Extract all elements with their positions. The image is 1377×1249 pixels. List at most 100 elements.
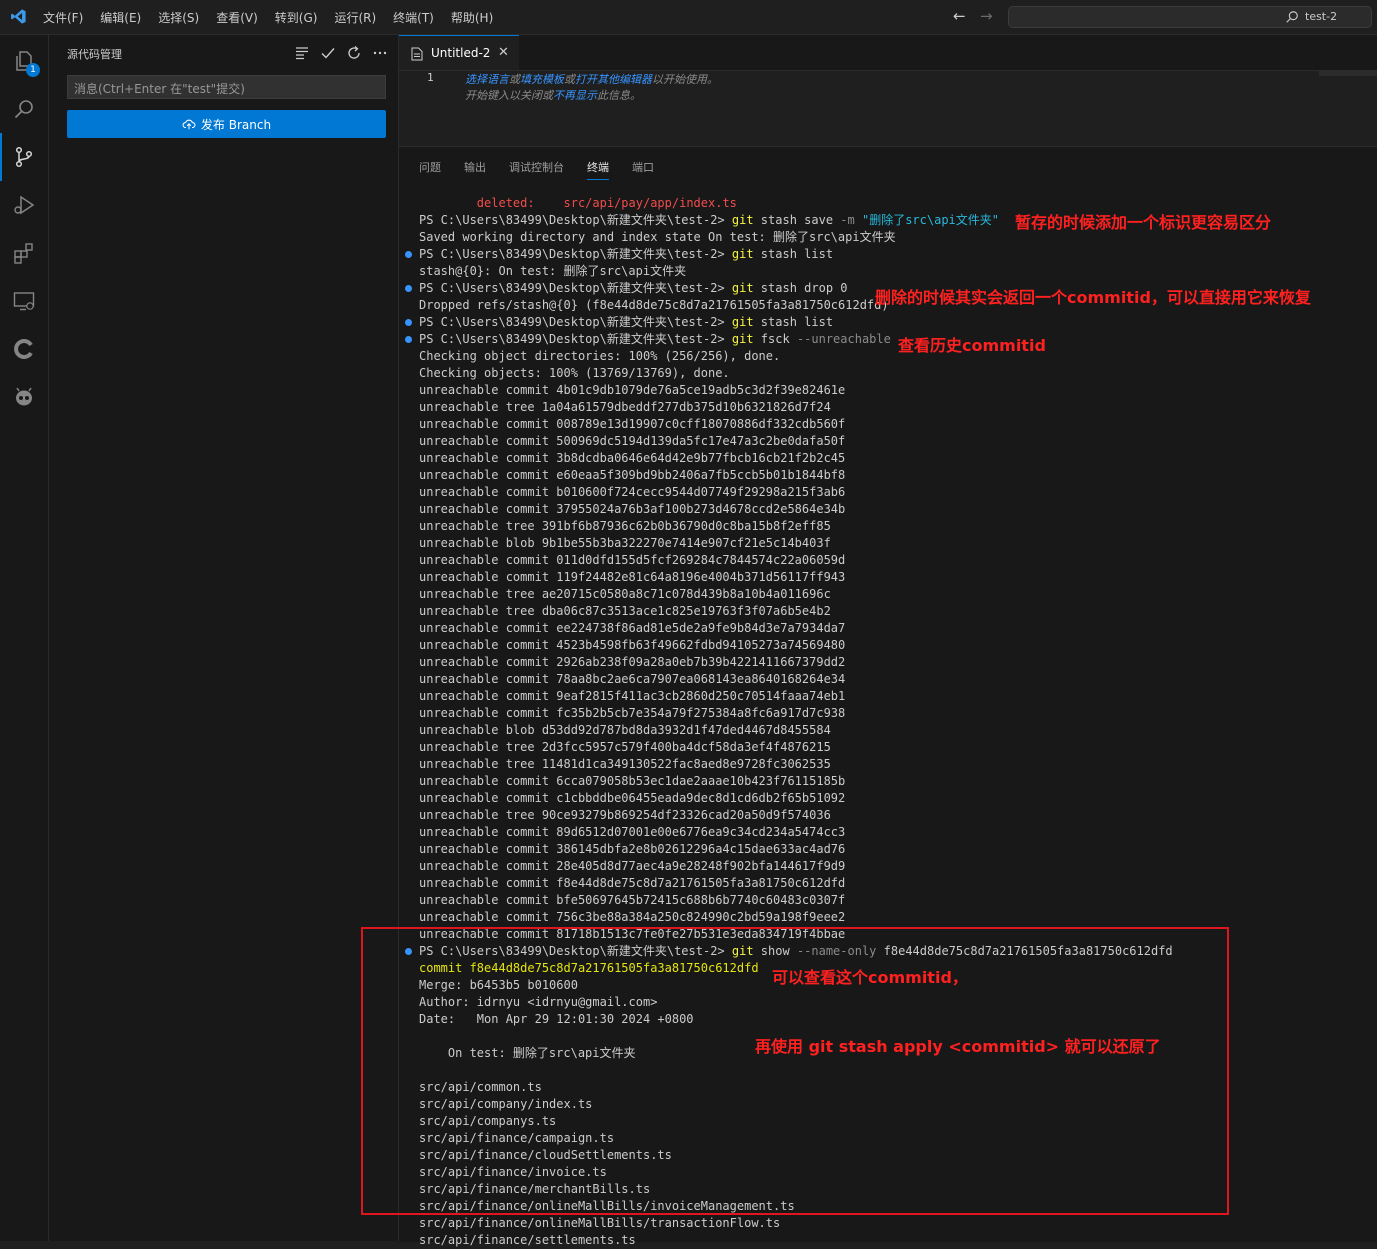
terminal-line: unreachable commit fc35b2b5cb7e354a79f27… [419,706,846,720]
commit-button[interactable] [315,44,341,62]
menu-edit[interactable]: 编辑(E) [100,9,141,26]
terminal-line: Checking object directories: 100% (256/2… [419,349,781,363]
panel-tabs: 问题 输出 调试控制台 终端 端口 [419,159,677,180]
terminal-line: unreachable commit 37955024a76b3af100b27… [419,502,846,516]
editor-hint-line-1: 选择语言或填充模板或打开其他编辑器以开始使用。 [465,71,718,87]
file-icon [411,47,423,61]
menu-bar: 文件(F) 编辑(E) 选择(S) 查看(V) 转到(G) 运行(R) 终端(T… [43,0,510,34]
search-icon [14,100,33,119]
terminal-line: PS C:\Users\83499\Desktop\新建文件夹\test-2> … [405,246,1369,263]
search-text: test-2 [1305,10,1338,23]
command-decoration-dot[interactable] [405,251,412,258]
explorer-badge: 1 [26,63,40,77]
tab-problems[interactable]: 问题 [419,159,441,180]
more-actions-button[interactable] [367,44,393,62]
terminal-line: PS C:\Users\83499\Desktop\新建文件夹\test-2> … [405,314,1369,331]
back-arrow-icon[interactable]: ← [953,9,966,24]
editor-tab-bar: Untitled-2 ✕ [399,35,1377,71]
command-decoration-dot[interactable] [405,285,412,292]
extensions-icon [14,243,33,264]
terminal-line: unreachable commit 756c3be88a384a250c824… [419,910,846,924]
source-control-sidebar: 源代码管理 消息(Ctrl+Enter 在"test"提交) 发布 Branch [49,35,399,1241]
menu-view[interactable]: 查看(V) [216,9,258,26]
command-center-search[interactable]: test-2 [1008,6,1372,28]
alien-icon [16,387,32,406]
copilot-button[interactable] [0,373,48,421]
hint-text: 此信息。 [597,89,641,102]
hint-text: 开始键入以关闭或 [465,89,553,102]
terminal-line: unreachable blob d53dd92d787bd8da3932d1f… [419,723,831,737]
annotation-stash-label: 暂存的时候添加一个标识更容易区分 [1015,213,1272,232]
unreachable-list: unreachable commit 4b01c9db1079de76a5ce1… [419,382,1369,943]
terminal-line: unreachable tree 1a04a61579dbeddf277db37… [419,400,831,414]
refresh-button[interactable] [341,44,367,62]
select-language-link[interactable]: 选择语言 [465,73,509,86]
hint-text: 以开始使用。 [652,73,718,86]
hint-text: 或 [564,73,575,86]
search-view-button[interactable] [0,85,48,133]
terminal-line: stash@{0}: On test: 删除了src\api文件夹 [419,264,687,278]
remote-explorer-icon [13,292,35,311]
publish-branch-button[interactable]: 发布 Branch [67,110,386,138]
codegeex-button[interactable] [0,325,48,373]
annotation-drop-commitid: 删除的时候其实会返回一个commitid，可以直接用它来恢复 [875,288,1311,307]
cloud-upload-icon [182,119,196,130]
terminal-line: unreachable commit 89d6512d07001e00e6776… [419,825,846,839]
remote-explorer-button[interactable] [0,277,48,325]
search-icon [1286,11,1298,23]
terminal-line: unreachable commit bfe50697645b72415c688… [419,893,846,907]
menu-file[interactable]: 文件(F) [43,9,83,26]
extensions-button[interactable] [0,229,48,277]
run-debug-button[interactable] [0,181,48,229]
source-control-button[interactable] [0,133,48,181]
terminal-line: unreachable commit 78aa8bc2ae6ca7907ea06… [419,672,846,686]
tab-output[interactable]: 输出 [464,159,486,180]
terminal-line: unreachable commit e60eaa5f309bd9bb2406a… [419,468,846,482]
terminal-line: unreachable tree dba06c87c3513ace1c825e1… [419,604,831,618]
menu-run[interactable]: 运行(R) [334,9,376,26]
explorer-button[interactable]: 1 [0,37,48,85]
close-icon[interactable]: ✕ [498,45,509,60]
command-decoration-dot[interactable] [405,336,412,343]
codegeex-icon [14,339,33,359]
tab-label: Untitled-2 [431,46,491,60]
tab-ports[interactable]: 端口 [632,159,654,180]
vscode-logo-icon [11,9,26,24]
command-decoration-dot[interactable] [405,319,412,326]
terminal-line: unreachable commit ee224738f86ad81e5de2a… [419,621,846,635]
terminal-line: unreachable commit 011d0dfd155d5fcf26928… [419,553,846,567]
publish-branch-label: 发布 Branch [200,117,272,132]
terminal-line: unreachable blob 9b1be55b3ba322270e7414e… [419,536,831,550]
sidebar-title: 源代码管理 [67,48,122,61]
terminal-line: unreachable tree 11481d1ca349130522fac8a… [419,757,831,771]
tab-debug-console[interactable]: 调试控制台 [509,159,564,180]
terminal-line: unreachable tree 90ce93279b869254df23326… [419,808,831,822]
terminal-line: unreachable commit b010600f724cecc9544d0… [419,485,846,499]
highlight-box [361,927,1229,1215]
terminal-line: unreachable commit 500969dc5194d139da5fc… [419,434,846,448]
dont-show-again-link[interactable]: 不再显示 [553,89,597,102]
menu-help[interactable]: 帮助(H) [451,9,493,26]
list-icon [296,47,308,60]
fill-template-link[interactable]: 填充模板 [520,73,564,86]
menu-go[interactable]: 转到(G) [275,9,318,26]
terminal-line: unreachable commit c1cbbddbe06455eada9de… [419,791,846,805]
hint-text: 或 [509,73,520,86]
source-control-icon [15,146,33,168]
tab-untitled-2[interactable]: Untitled-2 ✕ [399,35,519,70]
view-as-tree-button[interactable] [289,44,315,62]
menu-selection[interactable]: 选择(S) [158,9,199,26]
commit-message-input[interactable]: 消息(Ctrl+Enter 在"test"提交) [67,75,386,99]
ellipsis-icon [373,51,387,55]
editor-area: Untitled-2 ✕ 1 选择语言或填充模板或打开其他编辑器以开始使用。 开… [399,35,1377,145]
editor-hint-line-2: 开始键入以关闭或不再显示此信息。 [465,87,641,103]
minimap-slider[interactable] [1319,70,1377,76]
menu-terminal[interactable]: 终端(T) [393,9,434,26]
terminal-line: unreachable commit f8e44d8de75c8d7a21761… [419,876,846,890]
tab-terminal[interactable]: 终端 [587,159,609,180]
forward-arrow-icon[interactable]: → [980,9,993,24]
terminal-line: Checking objects: 100% (13769/13769), do… [419,366,730,380]
terminal-line: unreachable commit 008789e13d19907c0cff1… [419,417,846,431]
line-number: 1 [427,71,434,84]
open-other-editor-link[interactable]: 打开其他编辑器 [575,73,652,86]
